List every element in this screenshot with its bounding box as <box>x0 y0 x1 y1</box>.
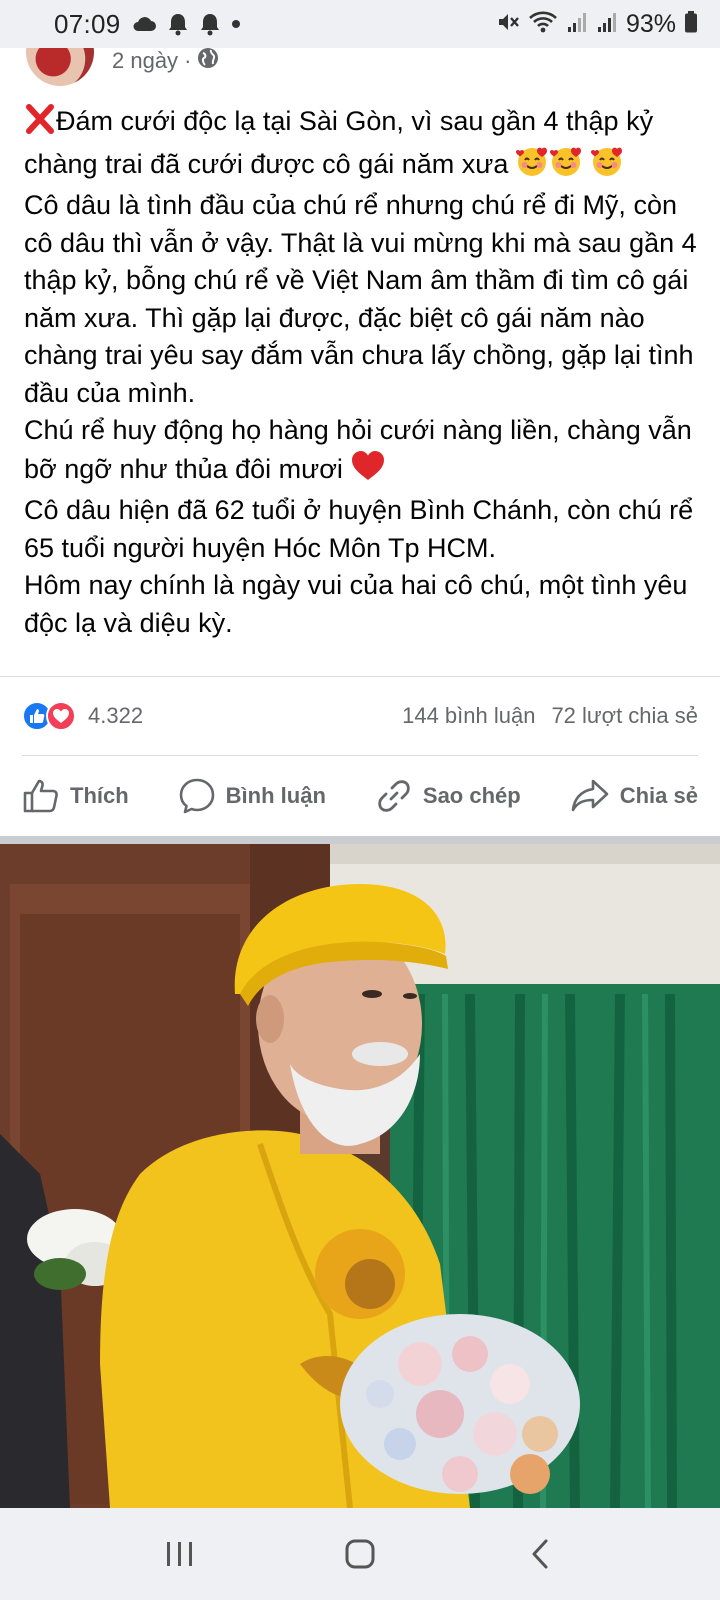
cloud-icon <box>131 15 157 33</box>
post-text: Đám cưới độc lạ tại Sài Gòn, vì sau gần … <box>24 103 704 642</box>
like-button[interactable]: Thích <box>22 778 129 814</box>
post-header: 2 ngày · <box>0 18 720 88</box>
battery-percent: 93% <box>625 9 676 38</box>
home-icon <box>345 1539 375 1569</box>
smiling-face-with-hearts-icon <box>549 145 584 188</box>
status-right: 93% <box>496 10 698 39</box>
engagement-stats: 144 bình luận 72 lượt chia sẻ <box>402 703 698 729</box>
post-actions: Thích Bình luận Sao chép Chia sẻ <box>0 757 720 835</box>
post-paragraph-4: Cô dâu hiện đã 62 tuổi ở huyện Bình Chán… <box>24 495 694 563</box>
share-count[interactable]: 72 lượt chia sẻ <box>551 703 698 729</box>
comment-button[interactable]: Bình luận <box>178 777 326 815</box>
smiling-face-with-hearts-icon <box>515 145 550 188</box>
post-photo[interactable] <box>0 844 720 1508</box>
copy-button[interactable]: Sao chép <box>375 777 521 815</box>
comment-count[interactable]: 144 bình luận <box>402 703 535 729</box>
recent-apps-icon <box>167 1542 192 1566</box>
link-icon <box>375 777 413 815</box>
post-paragraph-2: Cô dâu là tình đầu của chú rể nhưng chú … <box>24 190 697 408</box>
comment-icon <box>178 777 216 815</box>
recent-apps-button[interactable] <box>150 1529 210 1579</box>
reactions-summary[interactable]: 4.322 144 bình luận 72 lượt chia sẻ <box>22 699 698 733</box>
status-bar: 07:09 93% <box>0 0 720 48</box>
share-arrow-icon <box>570 778 610 814</box>
reaction-count[interactable]: 4.322 <box>88 703 143 729</box>
post-paragraph-5: Hôm nay chính là ngày vui của hai cô chú… <box>24 570 688 638</box>
share-label: Chia sẻ <box>619 783 698 808</box>
back-button[interactable] <box>510 1529 570 1579</box>
bell-icon <box>167 12 189 36</box>
wifi-icon <box>528 10 558 39</box>
meta-separator: · <box>184 48 192 73</box>
status-left: 07:09 <box>54 9 241 40</box>
thumbs-up-icon <box>22 778 60 814</box>
reaction-icons <box>22 701 76 731</box>
like-label: Thích <box>70 783 129 808</box>
globe-icon <box>197 47 219 75</box>
love-reaction-icon <box>46 701 76 731</box>
wedding-photo-illustration <box>0 844 720 1508</box>
smiling-face-with-hearts-icon <box>591 145 625 188</box>
divider <box>22 755 698 756</box>
home-button[interactable] <box>330 1529 390 1579</box>
signal-icon <box>566 10 588 39</box>
cross-mark-icon <box>24 104 56 145</box>
red-heart-icon <box>350 450 386 493</box>
comment-label: Bình luận <box>225 783 326 808</box>
share-button[interactable]: Chia sẻ <box>570 778 698 814</box>
dot-icon <box>231 19 241 29</box>
post-meta: 2 ngày · <box>112 48 219 74</box>
status-time: 07:09 <box>54 8 121 39</box>
bell-icon <box>199 12 221 36</box>
battery-icon <box>684 10 698 39</box>
back-icon <box>532 1539 548 1569</box>
post-paragraph-3: Chú rể huy động họ hàng hỏi cưới nàng li… <box>24 412 704 492</box>
post-separator <box>0 836 720 844</box>
post-paragraph-1: Đám cưới độc lạ tại Sài Gòn, vì sau gần … <box>24 103 704 187</box>
copy-label: Sao chép <box>422 783 521 808</box>
post-time[interactable]: 2 ngày <box>112 48 178 74</box>
signal-icon <box>596 10 618 39</box>
mute-icon <box>496 10 520 39</box>
divider <box>0 676 720 677</box>
navigation-bar <box>0 1508 720 1600</box>
